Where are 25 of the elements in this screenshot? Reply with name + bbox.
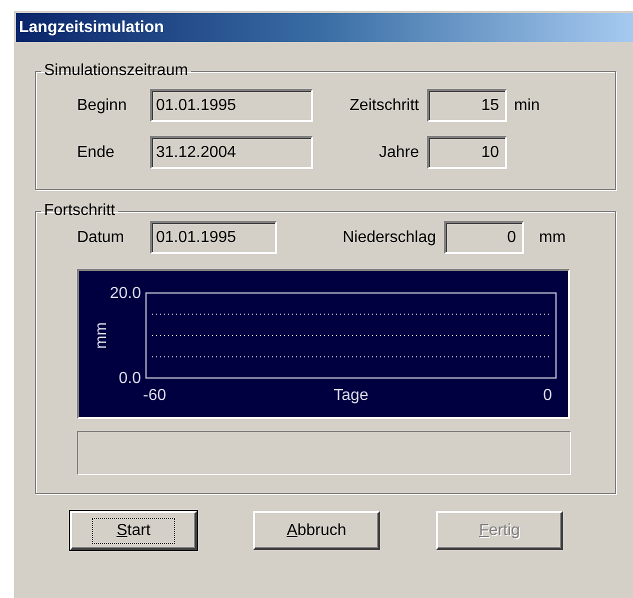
dialog-button[interactable]: Abbruch — [253, 511, 380, 550]
field-label: Ende — [77, 144, 116, 162]
text-field[interactable]: 0 — [444, 221, 524, 254]
field-label: Zeitschritt — [348, 96, 420, 114]
window-title: Langzeitsimulation — [19, 18, 164, 36]
text-field[interactable]: 01.01.1995 — [150, 89, 313, 122]
text-field[interactable]: 31.12.2004 — [150, 136, 313, 169]
text-field[interactable]: 15 — [427, 89, 507, 122]
group-title: Simulationszeitraum — [43, 62, 190, 80]
unit-label: min — [514, 96, 540, 114]
text-field[interactable]: 10 — [427, 136, 507, 169]
y-tick-label: 0.0 — [118, 370, 141, 387]
x-axis-label: Tage — [334, 387, 368, 404]
text-field[interactable]: 01.01.1995 — [150, 221, 277, 254]
field-label: Jahre — [378, 144, 420, 162]
y-tick-label: 20.0 — [110, 285, 141, 302]
field-label: Beginn — [77, 96, 128, 114]
group-title: Fortschritt — [43, 202, 116, 220]
x-tick-label: -60 — [143, 387, 166, 404]
y-axis-label: mm — [93, 322, 110, 349]
dialog-button[interactable]: Start — [70, 511, 197, 550]
field-label: Datum — [77, 228, 126, 246]
field-label: Niederschlag — [342, 228, 437, 246]
unit-label: mm — [539, 228, 566, 246]
x-tick-label: 0 — [543, 387, 552, 404]
